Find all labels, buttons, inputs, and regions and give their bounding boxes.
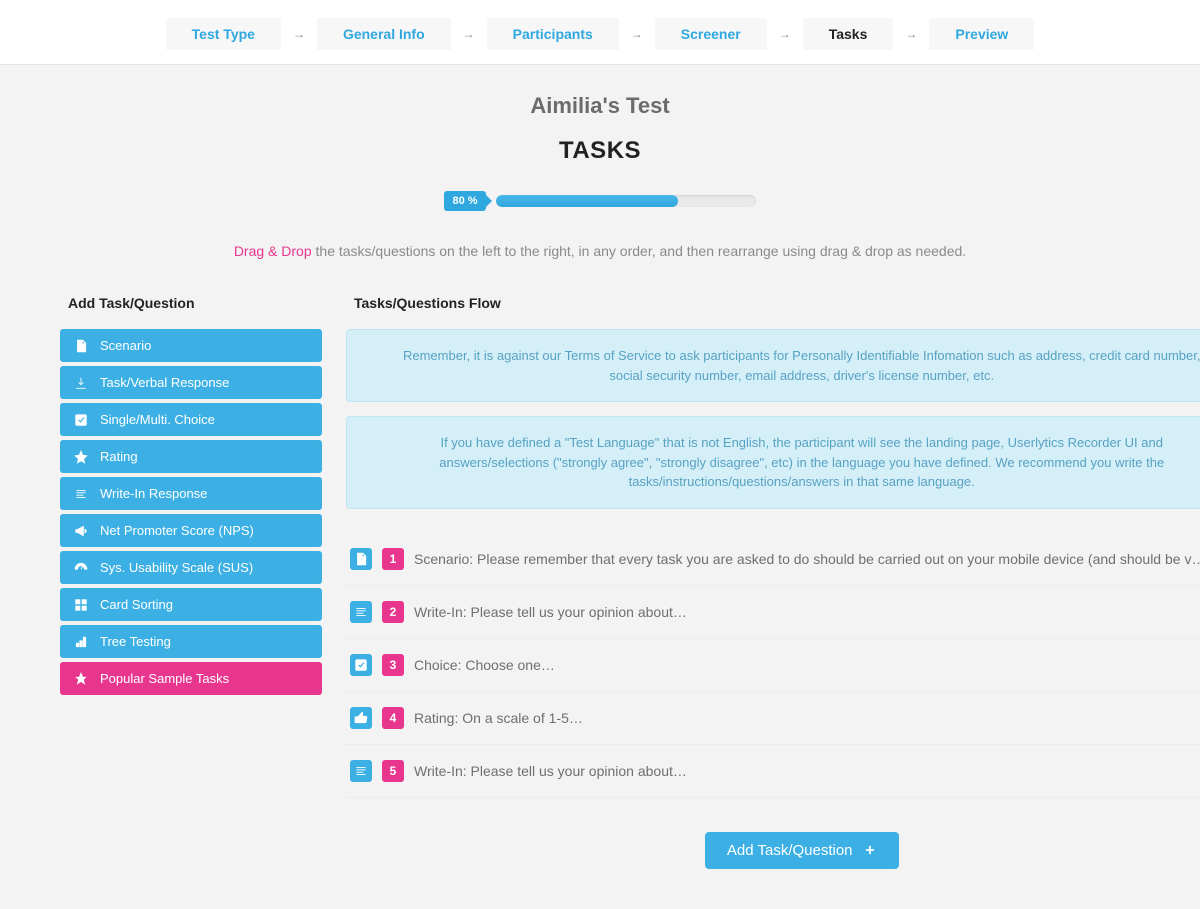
instruction-text: Drag & Drop the tasks/questions on the l… [60, 243, 1140, 259]
arrow-icon: → [291, 27, 307, 41]
task-type-write-in-response[interactable]: Write-In Response [60, 477, 322, 510]
add-task-label: Add Task/Question [727, 842, 853, 859]
thumbs-icon [350, 707, 372, 729]
task-type-task-verbal-response[interactable]: Task/Verbal Response [60, 366, 322, 399]
task-type-label: Write-In Response [100, 486, 207, 501]
section-title: TASKS [60, 137, 1140, 165]
lines-icon [74, 487, 88, 501]
gauge-icon [74, 561, 88, 575]
left-heading: Add Task/Question [60, 295, 322, 311]
wizard-step-preview[interactable]: Preview [929, 18, 1034, 50]
megaphone-icon [74, 524, 88, 538]
notice-list: Remember, it is against our Terms of Ser… [346, 329, 1200, 509]
arrow-icon: → [629, 27, 645, 41]
flow-text: Rating: On a scale of 1-5… [414, 710, 1200, 726]
wizard-step-general-info[interactable]: General Info [317, 18, 451, 50]
arrow-icon: → [777, 27, 793, 41]
wizard-step-test-type[interactable]: Test Type [166, 18, 281, 50]
progress-fill [496, 195, 678, 207]
flow-number: 3 [382, 654, 404, 676]
flow-text: Write-In: Please tell us your opinion ab… [414, 763, 1200, 779]
right-heading: Tasks/Questions Flow [346, 295, 1200, 311]
flow-item[interactable]: 5 Write-In: Please tell us your opinion … [346, 745, 1200, 798]
wizard-step-tasks[interactable]: Tasks [803, 18, 894, 50]
flow-number: 1 [382, 548, 404, 570]
top-nav: Test Type → General Info → Participants → Scre… [0, 0, 1200, 65]
check-icon [350, 654, 372, 676]
task-type-popular-sample-tasks[interactable]: Popular Sample Tasks [60, 662, 322, 695]
progress-percent-badge: 80 % [444, 191, 485, 211]
info-notice: If you have defined a "Test Language" th… [346, 416, 1200, 509]
wizard-step-participants[interactable]: Participants [487, 18, 619, 50]
flow-list: 1 Scenario: Please remember that every t… [346, 533, 1200, 798]
grid-icon [74, 598, 88, 612]
task-type-label: Rating [100, 449, 138, 464]
file-icon [350, 548, 372, 570]
lines-icon [350, 601, 372, 623]
task-type-single-multi-choice[interactable]: Single/Multi. Choice [60, 403, 322, 436]
task-type-label: Net Promoter Score (NPS) [100, 523, 254, 538]
flow-number: 2 [382, 601, 404, 623]
notice-text: Remember, it is against our Terms of Ser… [403, 348, 1200, 383]
flow-item[interactable]: 3 Choice: Choose one… [346, 639, 1200, 692]
arrow-icon: → [461, 27, 477, 41]
flow-item[interactable]: 4 Rating: On a scale of 1-5… [346, 692, 1200, 745]
star-icon [74, 450, 88, 464]
task-type-card-sorting[interactable]: Card Sorting [60, 588, 322, 621]
progress-track [496, 195, 756, 207]
flow-number: 5 [382, 760, 404, 782]
task-type-label: Card Sorting [100, 597, 173, 612]
task-type-label: Task/Verbal Response [100, 375, 229, 390]
task-type-net-promoter-score-nps-[interactable]: Net Promoter Score (NPS) [60, 514, 322, 547]
add-task-button[interactable]: Add Task/Question [705, 832, 899, 869]
task-type-list: Scenario Task/Verbal Response Single/Multi… [60, 329, 322, 695]
lines-icon [350, 760, 372, 782]
flow-text: Write-In: Please tell us your opinion ab… [414, 604, 1200, 620]
task-type-label: Popular Sample Tasks [100, 671, 229, 686]
test-title: Aimilia's Test [60, 93, 1140, 119]
task-type-tree-testing[interactable]: Tree Testing [60, 625, 322, 658]
task-type-label: Tree Testing [100, 634, 171, 649]
download-icon [74, 376, 88, 390]
task-type-label: Sys. Usability Scale (SUS) [100, 560, 253, 575]
flow-item[interactable]: 2 Write-In: Please tell us your opinion … [346, 586, 1200, 639]
info-notice: Remember, it is against our Terms of Ser… [346, 329, 1200, 402]
file-icon [74, 339, 88, 353]
task-type-label: Scenario [100, 338, 151, 353]
task-type-scenario[interactable]: Scenario [60, 329, 322, 362]
tree-icon [74, 635, 88, 649]
instruction-rest: the tasks/questions on the left to the r… [312, 243, 967, 259]
flow-text: Scenario: Please remember that every tas… [414, 551, 1200, 567]
wizard-steps: Test Type → General Info → Participants → Scre… [0, 18, 1200, 50]
task-type-rating[interactable]: Rating [60, 440, 322, 473]
task-type-label: Single/Multi. Choice [100, 412, 215, 427]
flow-number: 4 [382, 707, 404, 729]
task-type-sys-usability-scale-sus-[interactable]: Sys. Usability Scale (SUS) [60, 551, 322, 584]
pin-icon [74, 672, 88, 686]
arrow-icon: → [903, 27, 919, 41]
flow-item[interactable]: 1 Scenario: Please remember that every t… [346, 533, 1200, 586]
plus-icon [863, 843, 877, 857]
instruction-highlight: Drag & Drop [234, 243, 312, 259]
wizard-step-screener[interactable]: Screener [655, 18, 767, 50]
flow-text: Choice: Choose one… [414, 657, 1200, 673]
check-icon [74, 413, 88, 427]
progress-bar: 80 % [60, 191, 1140, 211]
notice-text: If you have defined a "Test Language" th… [439, 435, 1164, 489]
